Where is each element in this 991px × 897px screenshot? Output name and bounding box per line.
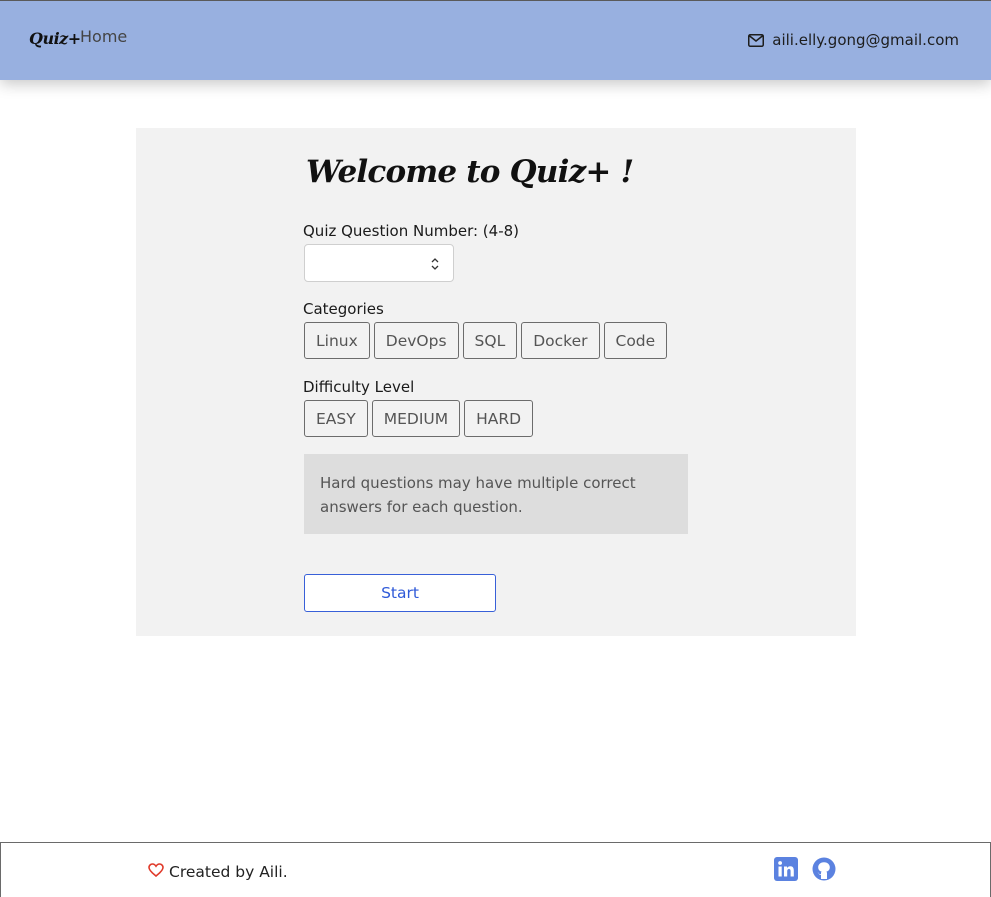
linkedin-icon[interactable] bbox=[774, 857, 798, 881]
question-number-input[interactable] bbox=[304, 244, 454, 282]
category-docker-button[interactable]: Docker bbox=[521, 322, 600, 359]
start-button[interactable]: Start bbox=[304, 574, 496, 612]
difficulty-label: Difficulty Level bbox=[303, 378, 415, 396]
question-number-label: Quiz Question Number: (4-8) bbox=[303, 222, 519, 240]
quiz-setup-card: Welcome to Quiz+ ! Quiz Question Number:… bbox=[136, 128, 856, 636]
category-devops-button[interactable]: DevOps bbox=[373, 322, 459, 359]
difficulty-medium-button[interactable]: MEDIUM bbox=[371, 400, 461, 437]
category-code-button[interactable]: Code bbox=[603, 322, 668, 359]
category-linux-button[interactable]: Linux bbox=[304, 322, 370, 359]
difficulty-group: EASY MEDIUM HARD bbox=[304, 400, 534, 437]
credit-text: Created by Aili. bbox=[169, 863, 288, 881]
category-sql-button[interactable]: SQL bbox=[462, 322, 518, 359]
brand-logo[interactable]: Quiz+ bbox=[29, 29, 81, 48]
social-links bbox=[774, 857, 836, 881]
page-title: Welcome to Quiz+ ! bbox=[306, 154, 634, 190]
hard-difficulty-note: Hard questions may have multiple correct… bbox=[304, 454, 688, 534]
envelope-icon bbox=[748, 33, 765, 47]
heart-icon bbox=[148, 863, 164, 881]
number-spinner-icon[interactable] bbox=[429, 255, 441, 273]
difficulty-hard-button[interactable]: HARD bbox=[464, 400, 534, 437]
categories-group: Linux DevOps SQL Docker Code bbox=[304, 322, 668, 359]
github-icon[interactable] bbox=[812, 857, 836, 881]
footer: Created by Aili. bbox=[0, 842, 991, 897]
navbar: Quiz+ Home aili.elly.gong@gmail.com bbox=[0, 0, 991, 80]
difficulty-easy-button[interactable]: EASY bbox=[304, 400, 368, 437]
nav-email[interactable]: aili.elly.gong@gmail.com bbox=[748, 31, 959, 49]
footer-credit: Created by Aili. bbox=[148, 863, 288, 881]
nav-home-link[interactable]: Home bbox=[80, 27, 127, 46]
email-text: aili.elly.gong@gmail.com bbox=[772, 31, 959, 49]
categories-label: Categories bbox=[303, 300, 384, 318]
